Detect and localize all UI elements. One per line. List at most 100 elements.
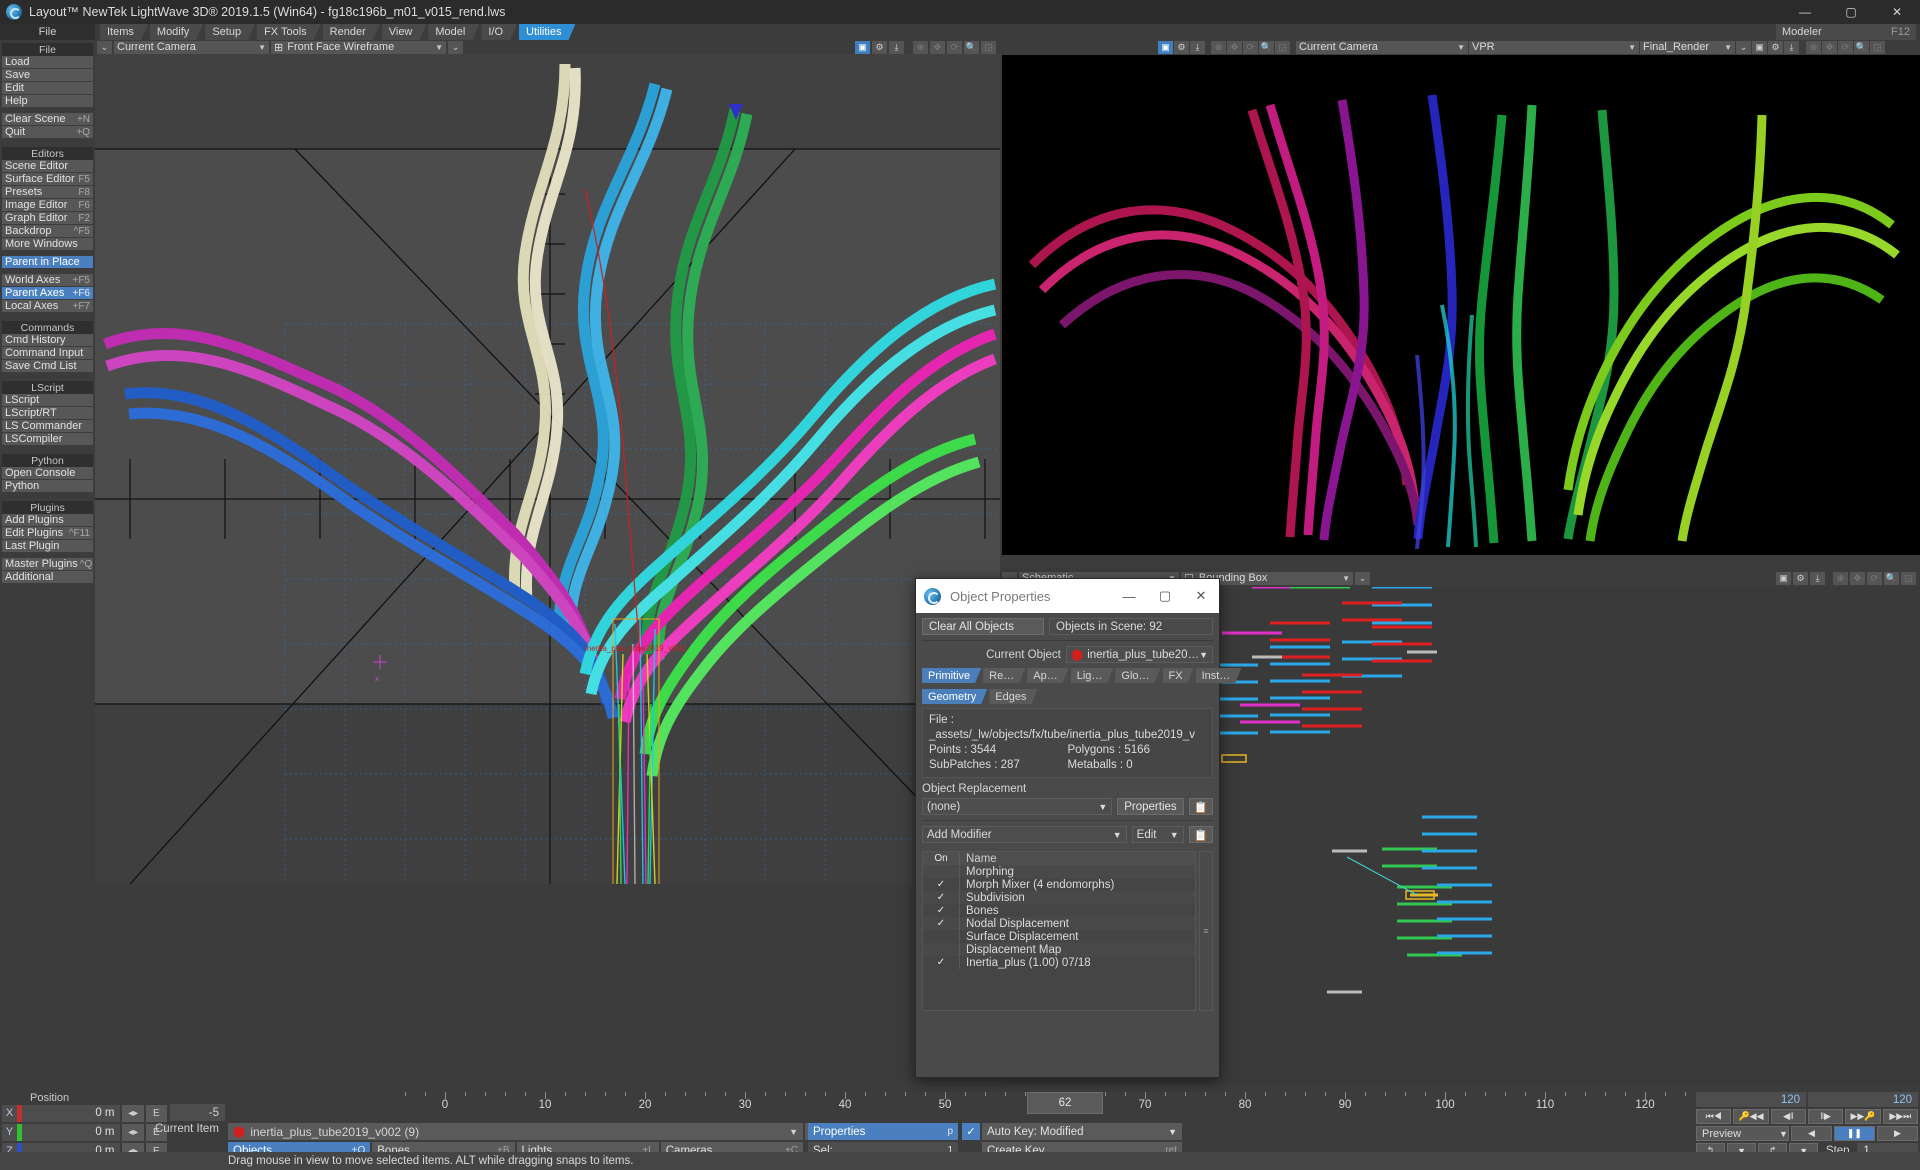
sidebar-item-more-windows[interactable]: More Windows — [2, 238, 93, 251]
sidebar-item-additional[interactable]: Additional — [2, 571, 93, 584]
main-tab-items[interactable]: Items — [100, 24, 148, 40]
object-properties-dialog[interactable]: Object Properties — ▢ ✕ Clear All Object… — [915, 578, 1220, 1078]
end-frame-field[interactable]: 120 — [1696, 1092, 1806, 1107]
render-maximize-icon[interactable]: ◲ — [1870, 40, 1885, 54]
sidebar-item-quit[interactable]: Quit +Q — [2, 126, 93, 139]
schematic-options-icon[interactable]: ⌄ — [1355, 571, 1370, 585]
sidebar-item-help[interactable]: Help — [2, 95, 93, 108]
sidebar-item-backdrop[interactable]: Backdrop ^F5 — [2, 225, 93, 238]
vpr-zoom-icon[interactable]: 🔍 — [1259, 40, 1274, 54]
sidebar-item-master-plugins[interactable]: Master Plugins ^Q — [2, 558, 93, 571]
sidebar-item-save[interactable]: Save — [2, 69, 93, 82]
timeline-ruler[interactable]: 0 10 20 30 40 50 70 80 90 100 110 120 62 — [395, 1092, 1695, 1114]
pause-icon[interactable]: ❚❚ — [1833, 1126, 1875, 1141]
dialog-minimize-button[interactable]: — — [1111, 579, 1147, 613]
file-menu-header[interactable]: File — [0, 24, 95, 40]
main-tab-view[interactable]: View — [382, 24, 427, 40]
next-frame-icon[interactable]: ‖▶ — [1807, 1109, 1844, 1124]
sidebar-item-parent-in-place[interactable]: Parent in Place — [2, 256, 93, 269]
render-preset-menu-icon[interactable]: ⌄ — [1736, 40, 1751, 54]
dialog-tab-glo-[interactable]: Glo… — [1115, 668, 1160, 683]
main-tab-utilities[interactable]: Utilities — [519, 24, 575, 40]
sidebar-item-python[interactable]: Python — [2, 480, 93, 493]
schematic-refresh-icon[interactable]: ⟳ — [1867, 571, 1882, 585]
pan-view-icon[interactable]: ✥ — [930, 40, 945, 54]
render-refresh-icon[interactable]: ⟳ — [1838, 40, 1853, 54]
dialog-close-button[interactable]: ✕ — [1183, 579, 1219, 613]
main-viewport[interactable]: inertia_plus_tube2019_v002 x — [95, 54, 1000, 884]
main-tab-render[interactable]: Render — [323, 24, 380, 40]
modifier-clipboard-icon[interactable]: 📋 — [1188, 826, 1213, 843]
modifier-enabled-check[interactable]: ✓ — [923, 879, 959, 890]
viewport-displaymode-dropdown[interactable]: ⊞ Front Face Wireframe ▼ — [271, 40, 446, 54]
modifier-enabled-check[interactable]: ✓ — [923, 905, 959, 916]
sidebar-item-surface-editor[interactable]: Surface Editor F5 — [2, 173, 93, 186]
timeline-start-field[interactable]: -5 — [170, 1104, 225, 1121]
sidebar-item-load[interactable]: Load — [2, 56, 93, 69]
axis-envelope-icon[interactable]: E — [145, 1104, 167, 1122]
sidebar-item-world-axes[interactable]: World Axes +F5 — [2, 274, 93, 287]
sidebar-item-local-axes[interactable]: Local Axes +F7 — [2, 300, 93, 313]
vpr-rotate-icon[interactable]: ⊕ — [1211, 40, 1226, 54]
main-tab-fx-tools[interactable]: FX Tools — [257, 24, 321, 40]
preview-dropdown[interactable]: Preview ▼ — [1696, 1126, 1789, 1141]
minimize-button[interactable]: — — [1782, 0, 1828, 24]
sidebar-item-clear-scene[interactable]: Clear Scene +N — [2, 113, 93, 126]
vpr-render-panel[interactable] — [1002, 55, 1920, 555]
modeler-button[interactable]: Modeler F12 — [1776, 24, 1916, 40]
sidebar-item-command-input[interactable]: Command Input — [2, 347, 93, 360]
sidebar-item-save-cmd-list[interactable]: Save Cmd List — [2, 360, 93, 373]
axis-value-y[interactable]: 0 m — [22, 1123, 121, 1141]
vpr-camera-dropdown[interactable]: Current Camera ▼ — [1296, 40, 1468, 54]
next-key-icon[interactable]: ▶▶🔑 — [1845, 1109, 1881, 1124]
play-forward-icon[interactable]: ▶ — [1876, 1126, 1918, 1141]
dialog-maximize-button[interactable]: ▢ — [1147, 579, 1183, 613]
sidebar-item-lscript[interactable]: LScript — [2, 394, 93, 407]
main-tab-model[interactable]: Model — [428, 24, 479, 40]
modifier-list-scrollbar[interactable]: ≡ — [1199, 851, 1213, 1011]
dialog-tab-re-[interactable]: Re… — [983, 668, 1025, 683]
maximize-button[interactable]: ▢ — [1828, 0, 1874, 24]
axis-value-x[interactable]: 0 m — [22, 1104, 121, 1122]
dialog-tab-primitive[interactable]: Primitive — [922, 668, 981, 683]
dialog-subtab-geometry[interactable]: Geometry — [922, 689, 987, 704]
sidebar-item-open-console[interactable]: Open Console — [2, 467, 93, 480]
total-frames-field[interactable]: 120 — [1808, 1092, 1918, 1107]
vpr-maximize-icon[interactable]: ◲ — [1275, 40, 1290, 54]
sidebar-item-last-plugin[interactable]: Last Plugin — [2, 540, 93, 553]
autokey-checkbox[interactable]: ✓ — [962, 1123, 980, 1140]
sidebar-item-edit-plugins[interactable]: Edit Plugins ^F11 — [2, 527, 93, 540]
sidebar-item-parent-axes[interactable]: Parent Axes +F6 — [2, 287, 93, 300]
modifier-row[interactable]: ✓ Nodal Displacement — [923, 917, 1195, 930]
axis-toggle-y[interactable]: Y — [2, 1123, 18, 1141]
viewport-options-icon[interactable]: ⌄ — [448, 40, 463, 54]
modifier-row[interactable]: ✓ Inertia_plus (1.00) 07/18 — [923, 956, 1195, 969]
prev-key-icon[interactable]: 🔑◀◀ — [1733, 1109, 1769, 1124]
save-image-icon[interactable]: ⤓ — [889, 40, 904, 54]
camera-capture-icon[interactable]: ▣ — [855, 40, 870, 54]
render-preset-dropdown[interactable]: Final_Render ▼ — [1640, 40, 1735, 54]
schematic-save-icon[interactable]: ⤓ — [1810, 571, 1825, 585]
vpr-refresh-icon[interactable]: ⟳ — [1243, 40, 1258, 54]
schematic-gear-icon[interactable]: ⚙ — [1793, 571, 1808, 585]
vpr-mode-dropdown[interactable]: VPR ▼ — [1469, 40, 1639, 54]
sidebar-item-add-plugins[interactable]: Add Plugins — [2, 514, 93, 527]
schematic-maximize-icon[interactable]: ◲ — [1901, 571, 1916, 585]
render-gear-icon[interactable]: ⚙ — [1768, 40, 1783, 54]
main-tab-setup[interactable]: Setup — [205, 24, 255, 40]
clear-all-objects-button[interactable]: Clear All Objects — [922, 618, 1044, 635]
modifier-enabled-check[interactable]: ✓ — [923, 957, 959, 968]
sidebar-item-edit[interactable]: Edit — [2, 82, 93, 95]
modifier-row[interactable]: Displacement Map — [923, 943, 1195, 956]
sidebar-item-image-editor[interactable]: Image Editor F6 — [2, 199, 93, 212]
schematic-zoom-icon[interactable]: 🔍 — [1884, 571, 1899, 585]
vpr-capture-icon[interactable]: ▣ — [1158, 40, 1173, 54]
main-tab-i-o[interactable]: I/O — [481, 24, 517, 40]
vpr-pan-icon[interactable]: ✥ — [1227, 40, 1242, 54]
dialog-tab-inst-[interactable]: Inst… — [1196, 668, 1242, 683]
schematic-pan-icon[interactable]: ✥ — [1850, 571, 1865, 585]
autokey-dropdown[interactable]: Auto Key: Modified ▼ — [982, 1123, 1182, 1140]
render-capture-icon[interactable]: ▣ — [1752, 40, 1767, 54]
main-tab-modify[interactable]: Modify — [150, 24, 203, 40]
sidebar-item-scene-editor[interactable]: Scene Editor — [2, 160, 93, 173]
